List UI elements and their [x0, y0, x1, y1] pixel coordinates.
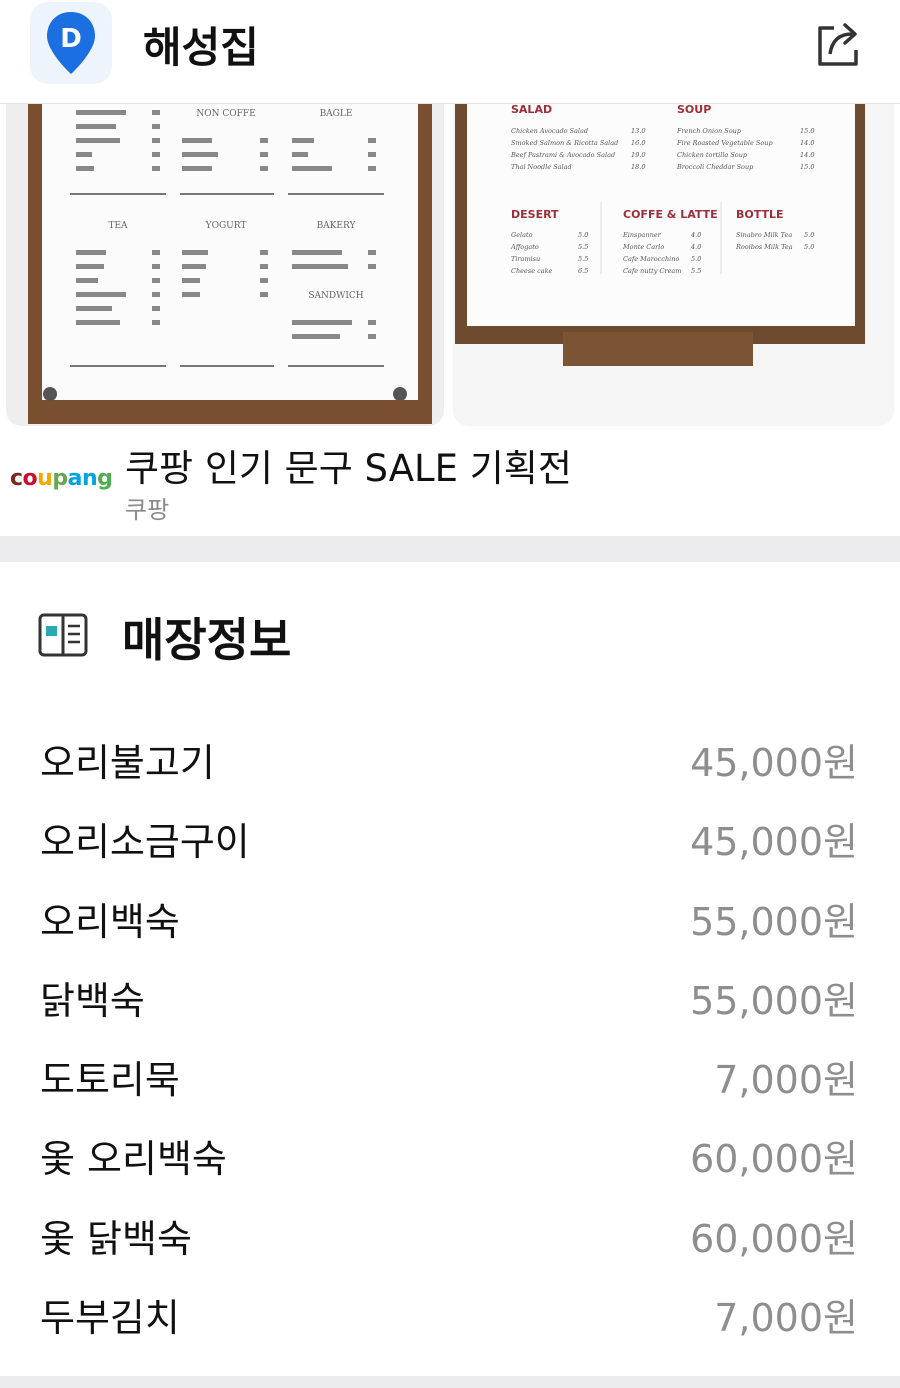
map-pin-d-icon: D — [47, 12, 95, 74]
share-icon — [818, 23, 858, 66]
menu-item-price: 45,000원 — [690, 741, 858, 785]
menu-item-price: 7,000원 — [714, 1058, 858, 1103]
menu-item: 오리소금구이 45,000원 — [0, 797, 900, 876]
menu-book-icon — [38, 612, 88, 658]
board-item: Broccoli Cheddar Soup — [676, 163, 754, 171]
board-price: 15.0 — [800, 163, 814, 171]
board-item: Beef Pastrami & Avocado Salad — [510, 151, 615, 159]
menu-item-price: 55,000원 — [690, 899, 858, 944]
board-price: 5.0 — [804, 243, 814, 251]
board-header-tea: TEA — [108, 221, 128, 231]
ad-advertiser: 쿠팡 — [125, 496, 170, 524]
menu-item-name: 옻 오리백숙 — [40, 1137, 227, 1182]
section-divider — [0, 536, 900, 562]
board-price: 5.5 — [578, 255, 588, 263]
svg-text:D: D — [60, 24, 82, 54]
board-price: 4.0 — [690, 231, 701, 239]
board-price: 16.0 — [631, 139, 645, 147]
ad-image-menu-board-right[interactable]: SALAD SOUP DESERT COFFE & LATTE BOTTLE C… — [453, 104, 894, 426]
menu-item-price: 45,000원 — [690, 820, 858, 865]
menu-item: 두부김치 7,000원 — [0, 1273, 900, 1352]
board-header-soup: SOUP — [677, 104, 711, 116]
menu-item-price: 60,000원 — [690, 1216, 858, 1261]
board-price: 4.0 — [690, 243, 701, 251]
board-item: Chicken Avocado Salad — [511, 127, 588, 135]
menu-board-illustration: SALAD SOUP DESERT COFFE & LATTE BOTTLE C… — [453, 104, 894, 426]
board-price: 15.0 — [800, 127, 814, 135]
board-header-coffee: COFFE & LATTE — [623, 208, 718, 221]
board-item: Chicken tortilla Soup — [677, 151, 748, 159]
board-price: 14.0 — [800, 139, 814, 147]
top-bar: D 해성집 — [0, 0, 900, 104]
menu-item-name: 도토리묵 — [40, 1058, 180, 1103]
board-price: 18.0 — [631, 163, 645, 171]
menu-item: 오리불고기 45,000원 — [0, 718, 900, 797]
board-item: French Onion Soup — [676, 127, 742, 135]
board-header-desert: DESERT — [511, 208, 559, 221]
board-item: Cheese cake — [511, 267, 553, 275]
board-item: Cafe Marocchino — [623, 255, 679, 263]
board-price: 19.0 — [631, 151, 645, 159]
board-item: Fire Roasted Vegetable Soup — [676, 139, 773, 147]
board-price: 5.0 — [691, 255, 701, 263]
board-item: Einspanner — [622, 231, 662, 239]
board-header-bakery: BAKERY — [317, 221, 357, 231]
ad-title[interactable]: 쿠팡 인기 문구 SALE 기획전 — [125, 438, 572, 492]
section-title: 매장정보 — [122, 613, 292, 667]
menu-board-illustration: NON COFFE BAGLE TEA YOGURT BAKERY SANDWI… — [6, 104, 444, 426]
board-item: Affogato — [510, 243, 539, 251]
board-header-bagle: BAGLE — [320, 109, 353, 119]
board-header-yogurt: YOGURT — [205, 221, 247, 231]
board-price: 13.0 — [631, 127, 645, 135]
board-header-non-coffe: NON COFFE — [196, 109, 255, 119]
board-header-salad: SALAD — [511, 104, 552, 116]
board-item: Rooibos Milk Tea — [735, 243, 793, 251]
board-price: 5.0 — [578, 231, 588, 239]
board-item: Thai Noodle Salad — [511, 163, 572, 171]
board-item: Smoked Salmon & Ricotta Salad — [511, 139, 618, 147]
board-header-sandwich: SANDWICH — [308, 291, 363, 301]
board-item: Sinabro Milk Tea — [736, 231, 792, 239]
section-divider — [0, 1376, 900, 1388]
board-price: 6.5 — [578, 267, 588, 275]
menu-item: 오리백숙 55,000원 — [0, 877, 900, 956]
menu-item-name: 오리소금구이 — [40, 820, 250, 865]
menu-item-name: 닭백숙 — [40, 978, 145, 1023]
board-header-bottle: BOTTLE — [736, 208, 784, 221]
board-item: Gelato — [511, 231, 533, 239]
menu-item: 옻 오리백숙 60,000원 — [0, 1114, 900, 1193]
menu-item-name: 오리백숙 — [40, 899, 180, 944]
board-price: 5.5 — [578, 243, 588, 251]
board-price: 5.0 — [804, 231, 814, 239]
ad-image-menu-board-left[interactable]: NON COFFE BAGLE TEA YOGURT BAKERY SANDWI… — [6, 104, 444, 426]
board-item: Cafe nutty Cream — [623, 267, 681, 275]
board-price: 14.0 — [800, 151, 814, 159]
board-price: 5.5 — [691, 267, 701, 275]
coupang-logo: coupang — [10, 466, 113, 491]
menu-item: 도토리묵 7,000원 — [0, 1035, 900, 1114]
menu-item-price: 55,000원 — [690, 978, 858, 1023]
menu-list: 오리불고기 45,000원 오리소금구이 45,000원 오리백숙 55,000… — [0, 718, 900, 1352]
menu-item-price: 60,000원 — [690, 1137, 858, 1182]
menu-item: 옻 닭백숙 60,000원 — [0, 1194, 900, 1273]
app-icon[interactable]: D — [30, 2, 112, 84]
menu-item-name: 두부김치 — [40, 1296, 180, 1341]
menu-item-name: 오리불고기 — [40, 741, 215, 785]
board-item: Monte Carlo — [622, 243, 664, 251]
menu-item-price: 7,000원 — [714, 1296, 858, 1341]
menu-item-name: 옻 닭백숙 — [40, 1216, 192, 1261]
menu-item: 닭백숙 55,000원 — [0, 956, 900, 1035]
share-button[interactable] — [808, 14, 868, 74]
page-title: 해성집 — [143, 23, 259, 72]
board-item: Tiramisu — [511, 255, 540, 263]
